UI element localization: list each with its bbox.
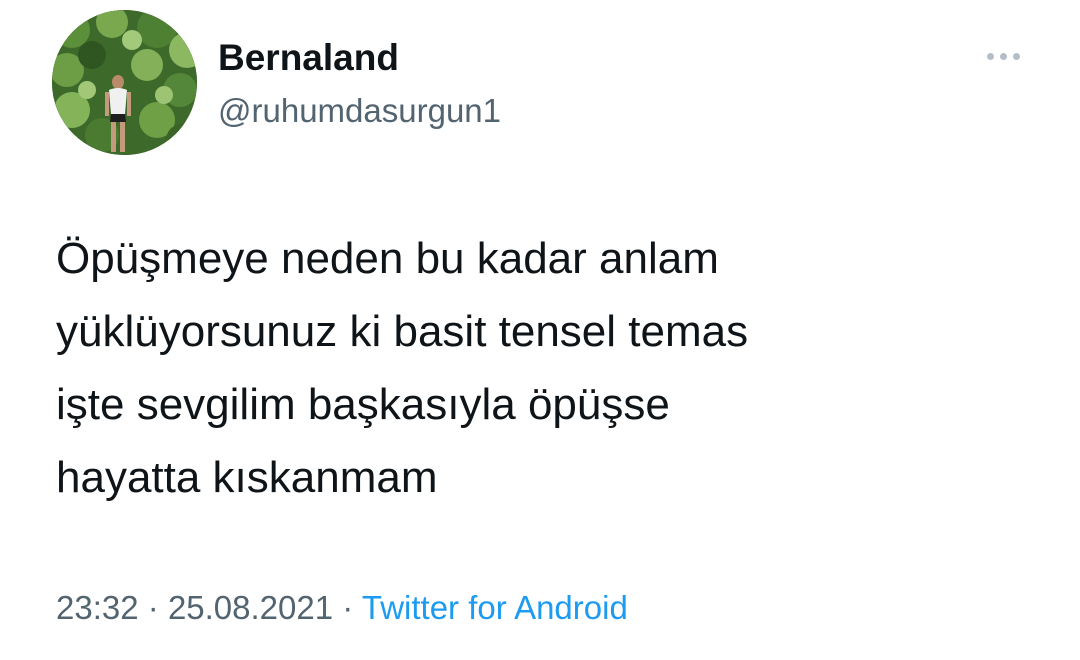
tweet-meta: 23:32 · 25.08.2021 · Twitter for Android xyxy=(56,586,628,630)
meta-separator: · xyxy=(147,589,159,626)
user-handle[interactable]: @ruhumdasurgun1 xyxy=(218,92,501,130)
tweet-text-line: Öpüşmeye neden bu kadar anlam xyxy=(56,234,719,283)
tweet-text: Öpüşmeye neden bu kadar anlam yüklüyorsu… xyxy=(56,222,1046,514)
tweet-card: Bernaland @ruhumdasurgun1 Öpüşmeye neden… xyxy=(0,0,1080,660)
more-horizontal-icon xyxy=(987,53,994,60)
avatar-photo-icon xyxy=(52,10,197,155)
more-horizontal-icon xyxy=(1000,53,1007,60)
tweet-time[interactable]: 23:32 xyxy=(56,589,139,626)
tweet-text-line: yüklüyorsunuz ki basit tensel temas xyxy=(56,307,749,356)
display-name[interactable]: Bernaland xyxy=(218,38,399,78)
more-horizontal-icon xyxy=(1013,53,1020,60)
tweet-text-line: işte sevgilim başkasıyla öpüşse xyxy=(56,380,670,429)
tweet-date[interactable]: 25.08.2021 xyxy=(168,589,333,626)
tweet-text-line: hayatta kıskanmam xyxy=(56,453,438,502)
avatar[interactable] xyxy=(52,10,197,155)
more-options-button[interactable] xyxy=(982,44,1026,68)
meta-separator: · xyxy=(342,589,354,626)
tweet-source-link[interactable]: Twitter for Android xyxy=(362,589,628,626)
